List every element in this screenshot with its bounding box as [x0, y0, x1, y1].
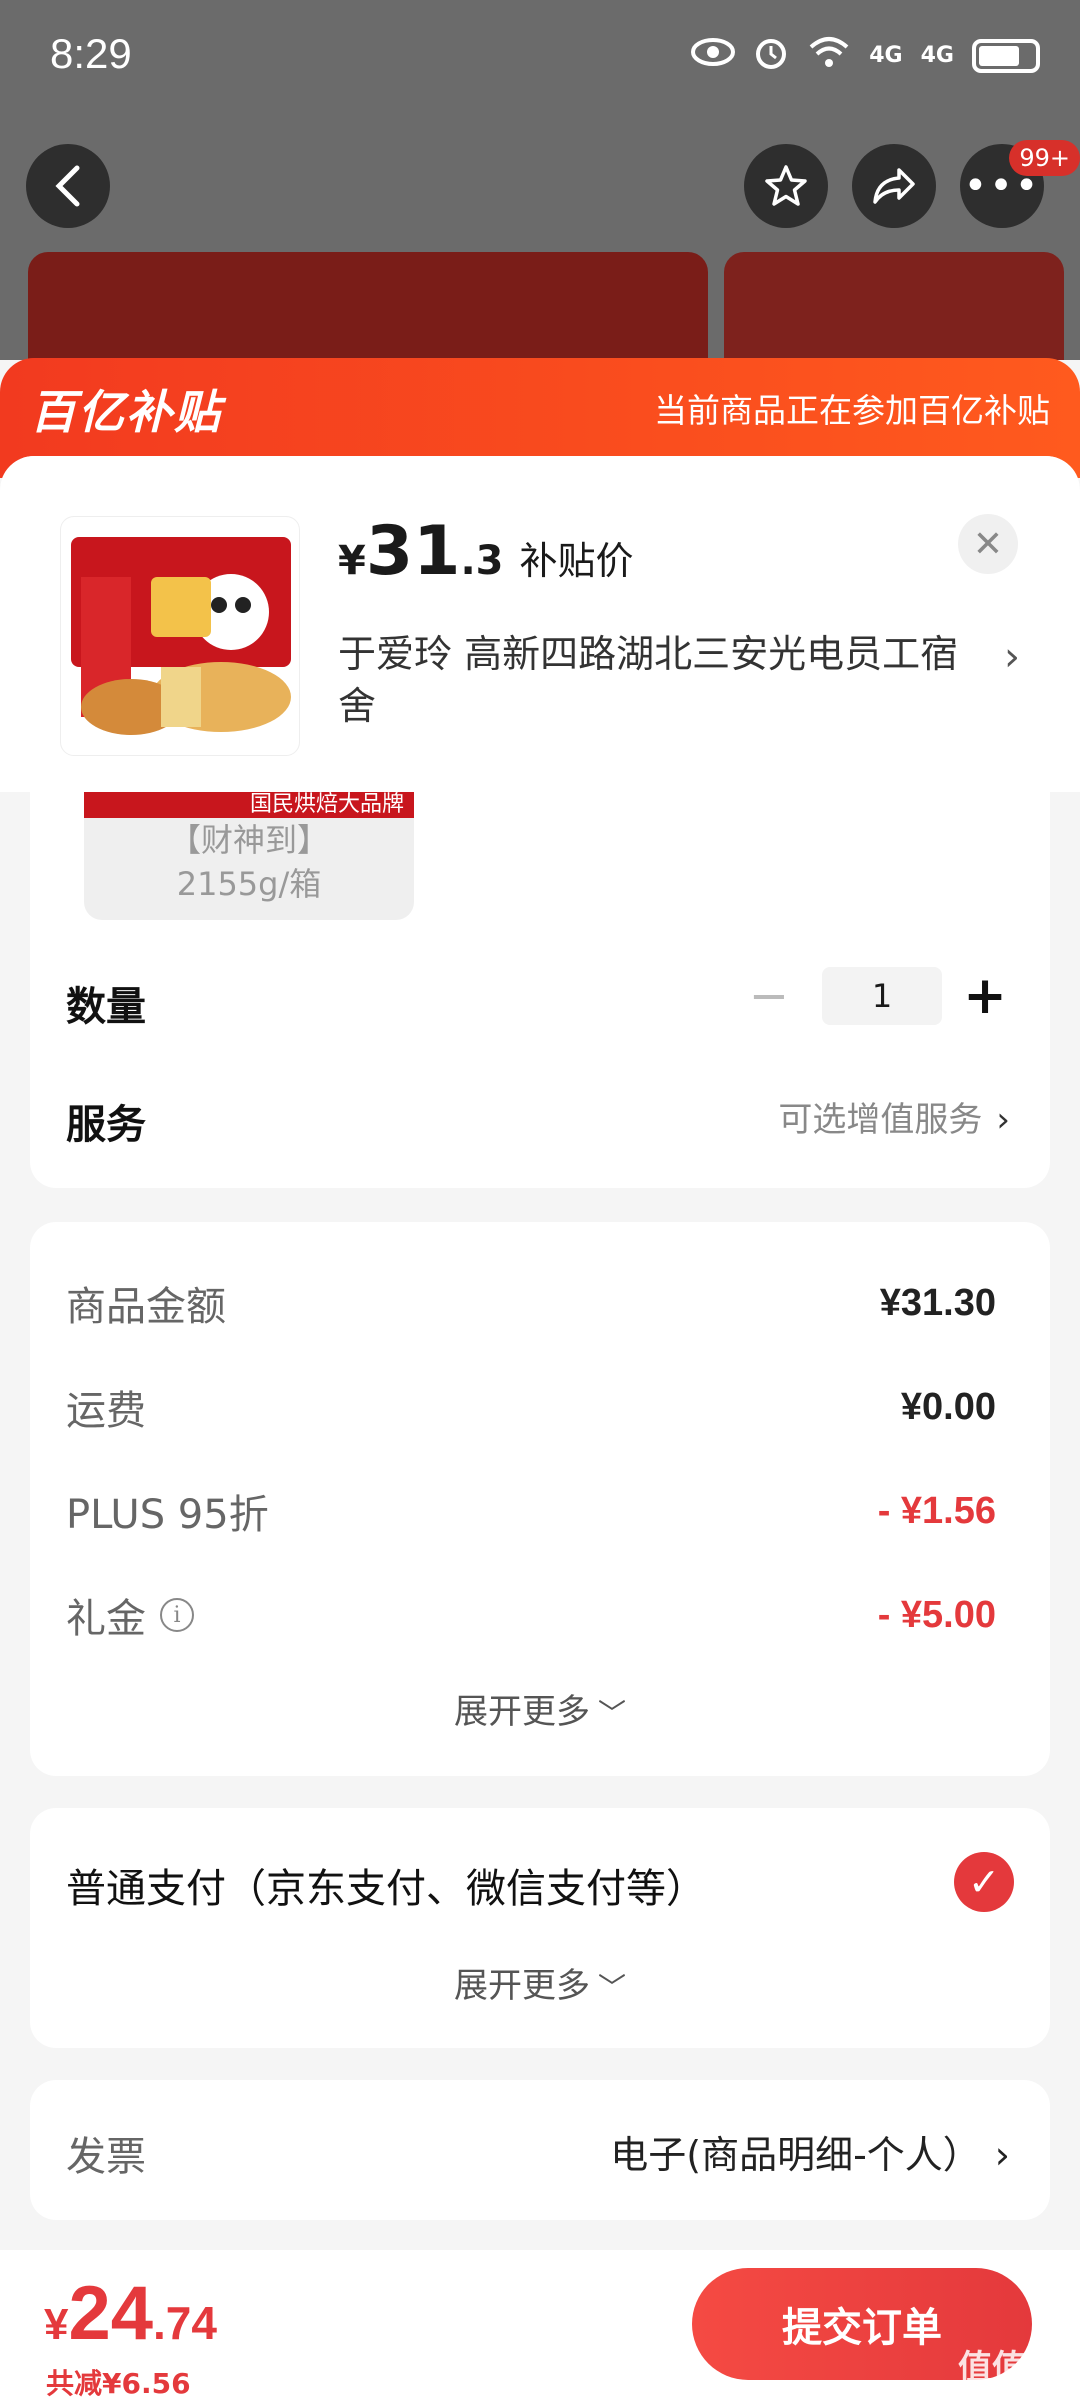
invoice-value: 电子(商品明细-个人） — [610, 2133, 981, 2177]
amount-row-gift-money: 礼金 i - ¥5.00 — [66, 1586, 996, 1644]
amount-row-plus-discount: PLUS 95折 - ¥1.56 — [66, 1482, 996, 1540]
close-icon: ✕ — [972, 523, 1004, 565]
subsidy-price: ¥ 31 .3 补贴价 — [338, 512, 634, 591]
delivery-address[interactable]: 于爱玲 高新四路湖北三安光电员工宿舍 — [338, 628, 978, 732]
service-selector[interactable]: 可选增值服务 › — [778, 1092, 1010, 1141]
amount-card: 商品金额 ¥31.30 运费 ¥0.00 PLUS 95折 - ¥1.56 礼金… — [30, 1222, 1050, 1776]
quantity-value[interactable]: 1 — [822, 967, 942, 1025]
amount-value: - ¥1.56 — [877, 1489, 996, 1532]
status-icons: 4G 4G — [691, 34, 1040, 78]
chevron-down-icon: ﹀ — [597, 1697, 626, 1730]
expand-more-button[interactable]: 展开更多 ﹀ — [30, 1684, 1050, 1733]
chevron-right-icon: › — [994, 2133, 1010, 2177]
amount-value: ¥0.00 — [900, 1385, 996, 1428]
quantity-plus-button[interactable]: + — [960, 966, 1010, 1026]
quantity-minus-button[interactable]: − — [734, 968, 804, 1024]
payment-expand-more-button[interactable]: 展开更多 ﹀ — [30, 1958, 1050, 2007]
amount-row-shipping: 运费 ¥0.00 — [66, 1378, 996, 1436]
service-value: 可选增值服务 — [778, 1100, 983, 1140]
chevron-left-icon — [55, 165, 80, 207]
subsidy-notice: 当前商品正在参加百亿补贴 — [654, 391, 1050, 430]
spec-card: 国民烘焙大品牌 【财神到】 2155g/箱 数量 − 1 + 服务 可选增值服务… — [30, 792, 1050, 1188]
star-icon — [765, 165, 807, 206]
price-symbol: ¥ — [338, 538, 366, 584]
notification-badge: 99+ — [1009, 140, 1080, 176]
amount-label: PLUS 95折 — [66, 1492, 269, 1538]
payment-method-label[interactable]: 普通支付（京东支付、微信支付等） — [66, 1856, 706, 1914]
spec-option[interactable]: 国民烘焙大品牌 【财神到】 2155g/箱 — [84, 792, 414, 920]
service-label: 服务 — [66, 1102, 146, 1148]
battery-icon — [972, 39, 1040, 73]
close-button[interactable]: ✕ — [958, 514, 1018, 574]
quantity-label: 数量 — [66, 984, 146, 1030]
amount-row-goods: 商品金额 ¥31.30 — [66, 1274, 996, 1332]
spec-option-name: 【财神到】 — [168, 821, 329, 859]
chevron-right-icon: › — [996, 1100, 1010, 1140]
amount-label-text: 礼金 — [66, 1596, 146, 1642]
quantity-stepper: − 1 + — [734, 966, 1010, 1026]
amount-value: - ¥5.00 — [877, 1593, 996, 1636]
alarm-icon — [753, 34, 789, 78]
invoice-label: 发票 — [66, 2134, 146, 2180]
product-header: ¥ 31 .3 补贴价 ✕ 于爱玲 高新四路湖北三安光电员工宿舍 › — [0, 456, 1080, 792]
price-tag: 补贴价 — [519, 539, 634, 583]
total-price: ¥ 24 .74 — [44, 2270, 217, 2357]
payment-card: 普通支付（京东支付、微信支付等） ✓ 展开更多 ﹀ — [30, 1808, 1050, 2048]
favorite-button[interactable] — [744, 144, 828, 228]
product-page-backdrop: 8:29 4G 4G ••• 99+ — [0, 0, 1080, 360]
subsidy-logo: 百亿补贴 — [30, 385, 222, 439]
eye-icon — [691, 37, 736, 75]
share-icon — [873, 168, 915, 204]
invoice-selector[interactable]: 电子(商品明细-个人） › — [610, 2124, 1010, 2179]
product-thumbnail — [60, 516, 300, 756]
product-image-main — [28, 252, 708, 360]
total-saved: 共减¥6.56 — [46, 2367, 191, 2400]
price-integer: 31 — [365, 512, 461, 591]
watermark: 值值值 — [958, 2348, 1060, 2388]
share-button[interactable] — [852, 144, 936, 228]
signal-icon-2: 4G — [920, 43, 954, 68]
expand-more-label: 展开更多 — [453, 1966, 590, 2006]
invoice-card[interactable]: 发票 电子(商品明细-个人） › — [30, 2080, 1050, 2220]
amount-label: 运费 — [66, 1388, 146, 1434]
submit-order-label: 提交订单 — [782, 2305, 942, 2351]
chevron-right-icon[interactable]: › — [1004, 634, 1020, 680]
total-decimal: .74 — [153, 2297, 217, 2349]
checkout-bar: ¥ 24 .74 共减¥6.56 提交订单 值值值 — [0, 2250, 1080, 2400]
info-icon[interactable]: i — [160, 1598, 194, 1632]
amount-label: 商品金额 — [66, 1284, 226, 1330]
order-sheet: ¥ 31 .3 补贴价 ✕ 于爱玲 高新四路湖北三安光电员工宿舍 › 国民烘焙大… — [0, 456, 1080, 2400]
amount-value: ¥31.30 — [879, 1281, 996, 1324]
back-button[interactable] — [26, 144, 110, 228]
spec-option-weight: 2155g/箱 — [176, 865, 322, 903]
wifi-icon — [807, 35, 851, 77]
total-integer: 24 — [68, 2271, 154, 2356]
chevron-down-icon: ﹀ — [597, 1971, 626, 2004]
checkmark-icon: ✓ — [968, 1860, 1000, 1904]
price-decimal: .3 — [460, 538, 504, 584]
amount-label: 礼金 i — [66, 1586, 194, 1644]
status-bar: 8:29 4G 4G — [0, 0, 1080, 115]
expand-more-label: 展开更多 — [453, 1692, 590, 1732]
spec-chip-banner: 国民烘焙大品牌 — [84, 792, 414, 818]
status-time: 8:29 — [50, 30, 132, 77]
product-image-secondary — [724, 252, 1064, 360]
payment-selected-radio[interactable]: ✓ — [954, 1852, 1014, 1912]
total-symbol: ¥ — [44, 2300, 69, 2349]
signal-icon: 4G — [869, 43, 903, 68]
